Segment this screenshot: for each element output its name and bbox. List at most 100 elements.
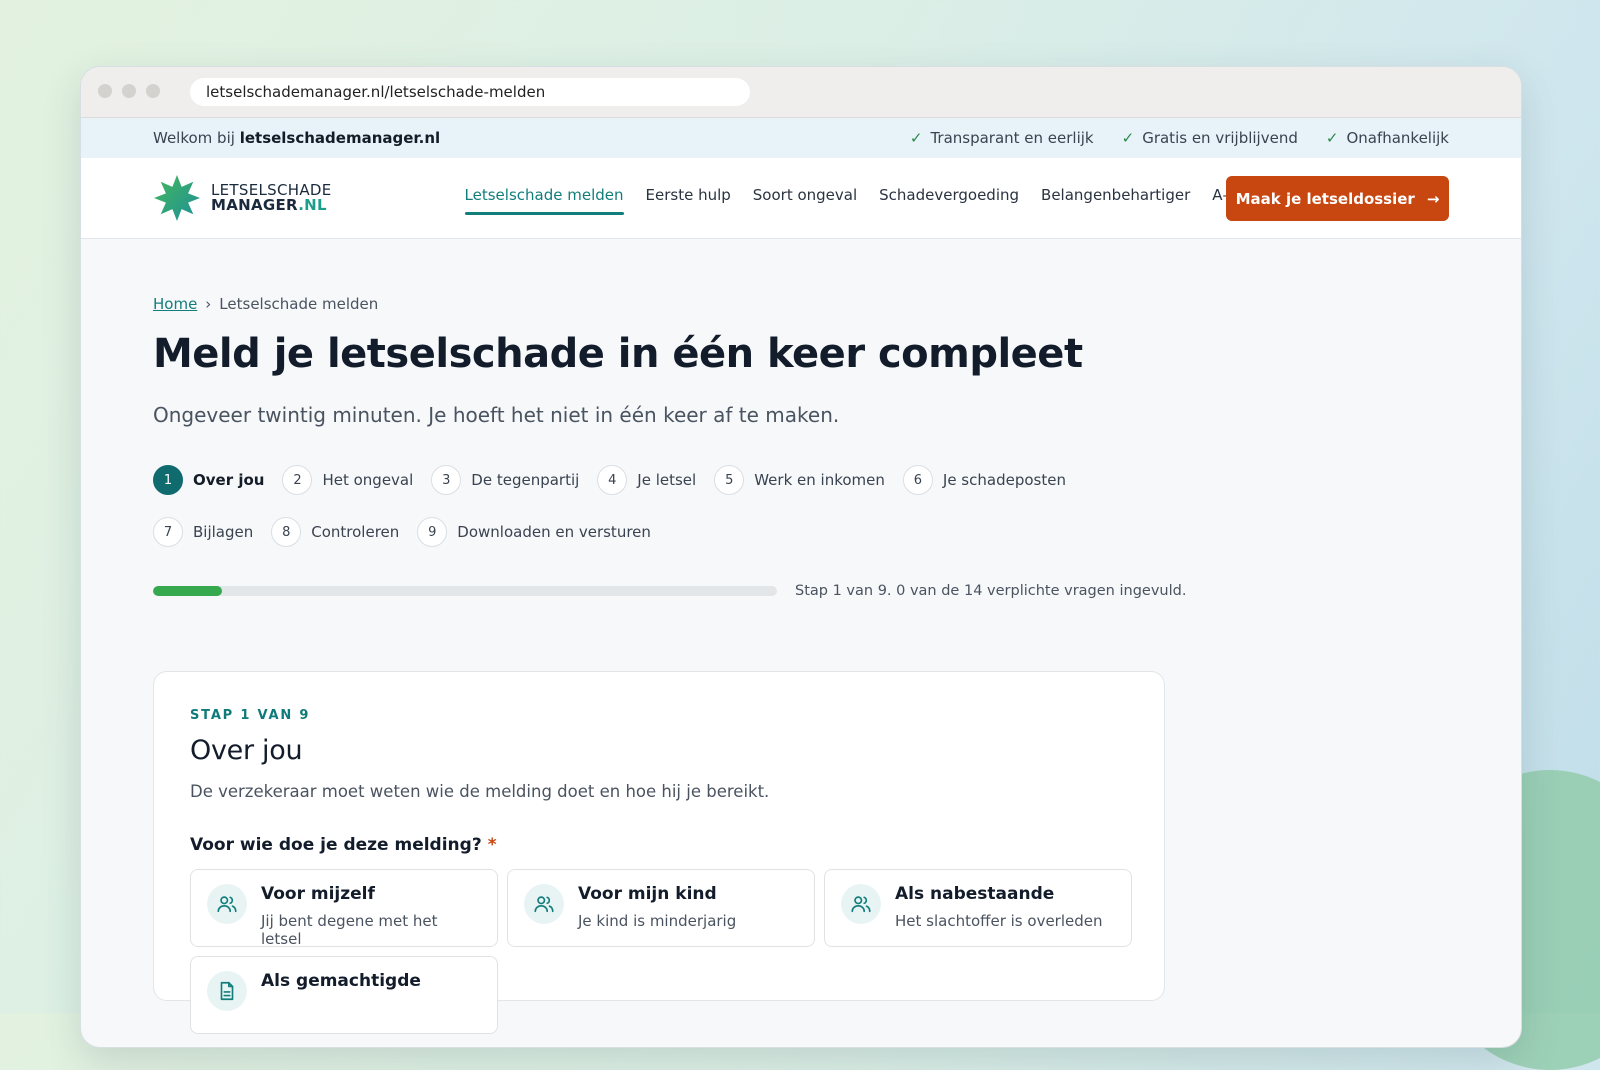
main-content: Home › Letselschade melden Meld je letse… — [81, 239, 1521, 1034]
step-number: 4 — [597, 465, 628, 495]
cta-label: Maak je letseldossier — [1235, 189, 1415, 208]
option-title: Als nabestaande — [895, 884, 1055, 904]
step-label: Het ongeval — [322, 471, 414, 489]
option-voor-mijzelf[interactable]: Voor mijzelf Jij bent degene met het let… — [190, 869, 498, 948]
option-als-gemachtigde[interactable]: Als gemachtigde — [190, 956, 498, 1034]
nav-item-belangenbehartiger[interactable]: Belangenbehartiger — [1041, 186, 1190, 210]
check-icon: ✓ — [909, 129, 923, 147]
step-number: 9 — [417, 517, 448, 547]
step-item-bijlagen[interactable]: 7 Bijlagen — [153, 517, 253, 547]
people-icon — [841, 884, 881, 924]
browser-window: letselschademanager.nl/letselschade-meld… — [80, 66, 1522, 1048]
logo-star-icon — [154, 175, 200, 221]
option-als-nabestaande[interactable]: Als nabestaande Het slachtoffer is overl… — [824, 869, 1132, 947]
progress-row: Stap 1 van 9. 0 van de 14 verplichte vra… — [153, 583, 1449, 599]
step-list: 1 Over jou 2 Het ongeval 3 De tegenpartij 4… — [153, 465, 1193, 547]
question-text: Voor wie doe je deze melding? — [190, 835, 482, 855]
step-label: Werk en inkomen — [754, 471, 885, 489]
logo-suffix: .NL — [298, 196, 327, 214]
address-bar[interactable]: letselschademanager.nl/letselschade-meld… — [190, 78, 750, 106]
step-number: 1 — [153, 465, 183, 495]
step-item-controleren[interactable]: 8 Controleren — [271, 517, 399, 547]
window-minimize-dot[interactable] — [122, 84, 136, 98]
people-icon — [207, 884, 247, 924]
form-card: STAP 1 VAN 9 Over jou De verzekeraar moe… — [153, 671, 1165, 1034]
check-icon: ✓ — [1325, 129, 1339, 147]
step-item-je-letsel[interactable]: 4 Je letsel — [597, 465, 696, 495]
option-text: Voor mijn kind Je kind is minderjarig — [578, 884, 736, 930]
step-item-werk-en-inkomen[interactable]: 5 Werk en inkomen — [714, 465, 885, 495]
window-close-dot[interactable] — [98, 84, 112, 98]
step-item-downloaden-en-versturen[interactable]: 9 Downloaden en versturen — [417, 517, 651, 547]
option-title: Als gemachtigde — [261, 971, 421, 991]
usp-label: Transparant en eerlijk — [930, 129, 1094, 147]
breadcrumb-separator: › — [205, 295, 212, 313]
option-text: Als nabestaande Het slachtoffer is overl… — [895, 884, 1103, 930]
option-subtitle: Je kind is minderjarig — [578, 912, 737, 930]
step-label: De tegenpartij — [471, 471, 580, 489]
step-number: 2 — [282, 465, 313, 495]
step-label: Je letsel — [637, 471, 697, 489]
step-label: Je schadeposten — [942, 471, 1066, 489]
arrow-right-icon: → — [1426, 189, 1440, 208]
question-label: Voor wie doe je deze melding? * — [190, 835, 1128, 855]
step-number: 6 — [902, 465, 933, 495]
nav-item-letselschade-melden[interactable]: Letselschade melden — [464, 186, 624, 215]
nav-item-schadevergoeding[interactable]: Schadevergoeding — [879, 186, 1019, 210]
top-info-bar: Welkom bij letselschademanager.nl ✓ Trans… — [81, 118, 1521, 158]
step-eyebrow: STAP 1 VAN 9 — [190, 708, 311, 723]
nav-item-eerste-hulp[interactable]: Eerste hulp — [646, 186, 731, 210]
option-title: Voor mijn kind — [578, 884, 717, 904]
main-navigation: LETSELSCHADE MANAGER.NL Letselschade mel… — [81, 158, 1521, 239]
page-subtitle: Ongeveer twintig minuten. Je hoeft het n… — [153, 403, 840, 427]
breadcrumb-home-link[interactable]: Home — [153, 295, 197, 313]
step-item-de-tegenpartij[interactable]: 3 De tegenpartij — [431, 465, 579, 495]
step-number: 3 — [431, 465, 462, 495]
progress-text: Stap 1 van 9. 0 van de 14 verplichte vra… — [795, 583, 1187, 599]
usp-item: ✓ Onafhankelijk — [1326, 129, 1449, 147]
option-subtitle: Jij bent degene met het letsel — [261, 912, 438, 948]
step-number: 5 — [714, 465, 745, 495]
breadcrumb-current: Letselschade melden — [219, 295, 379, 313]
welcome-site: letselschademanager.nl — [239, 129, 441, 147]
page-title: Meld je letselschade in één keer complee… — [153, 331, 1083, 377]
step-number: 7 — [153, 517, 183, 547]
document-icon — [207, 971, 247, 1011]
logo-wordmark: LETSELSCHADE MANAGER.NL — [211, 183, 332, 213]
progress-bar — [153, 586, 777, 596]
check-icon: ✓ — [1121, 129, 1135, 147]
step-item-het-ongeval[interactable]: 2 Het ongeval — [282, 465, 413, 495]
option-title: Voor mijzelf — [261, 884, 375, 904]
browser-chrome: letselschademanager.nl/letselschade-meld… — [81, 67, 1521, 118]
usp-label: Gratis en vrijblijvend — [1142, 129, 1298, 147]
site-logo[interactable]: LETSELSCHADE MANAGER.NL — [153, 174, 332, 222]
option-text: Voor mijzelf Jij bent degene met het let… — [261, 884, 481, 948]
progress-fill — [153, 586, 222, 596]
logo-main: MANAGER — [211, 196, 299, 214]
breadcrumb: Home › Letselschade melden — [153, 295, 1449, 313]
card-description: De verzekeraar moet weten wie de melding… — [190, 782, 770, 801]
window-maximize-dot[interactable] — [146, 84, 160, 98]
option-subtitle: Het slachtoffer is overleden — [895, 912, 1103, 930]
nav-menu: Letselschade melden Eerste hulp Soort on… — [464, 186, 1240, 215]
step-number: 8 — [271, 517, 302, 547]
usp-label: Onafhankelijk — [1346, 129, 1449, 147]
step-label: Controleren — [311, 523, 400, 541]
step-label: Bijlagen — [193, 523, 254, 541]
create-dossier-button[interactable]: Maak je letseldossier → — [1226, 176, 1449, 221]
required-marker: * — [487, 835, 497, 855]
usp-item: ✓ Transparant en eerlijk — [910, 129, 1094, 147]
option-voor-mijn-kind[interactable]: Voor mijn kind Je kind is minderjarig — [507, 869, 815, 947]
people-icon — [524, 884, 564, 924]
option-text: Als gemachtigde — [261, 971, 421, 999]
step-label: Downloaden en versturen — [457, 523, 651, 541]
welcome-text: Welkom bij letselschademanager.nl — [153, 129, 440, 147]
welcome-prefix: Welkom bij — [153, 129, 235, 147]
step-item-je-schadeposten[interactable]: 6 Je schadeposten — [902, 465, 1066, 495]
nav-item-soort-ongeval[interactable]: Soort ongeval — [753, 186, 857, 210]
step-item-over-jou[interactable]: 1 Over jou — [153, 465, 264, 495]
option-grid: Voor mijzelf Jij bent degene met het let… — [190, 869, 1132, 1034]
card-title: Over jou — [190, 735, 303, 766]
usp-item: ✓ Gratis en vrijblijvend — [1122, 129, 1298, 147]
usp-list: ✓ Transparant en eerlijk ✓ Gratis en vrijb… — [910, 129, 1449, 147]
